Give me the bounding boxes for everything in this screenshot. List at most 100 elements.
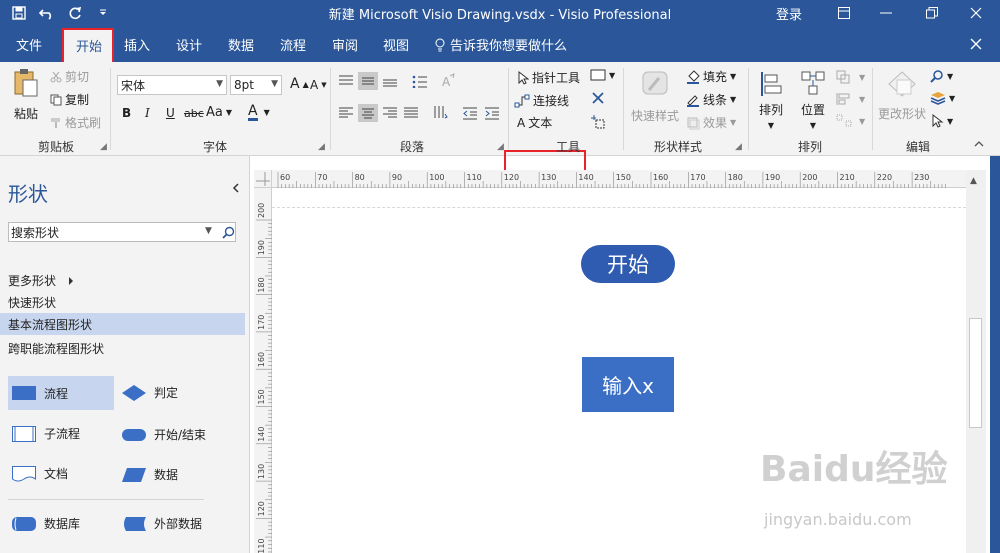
find-button[interactable]: ▼	[930, 69, 953, 83]
line-button[interactable]: 线条 ▼	[686, 91, 736, 108]
bold-button[interactable]: B	[122, 106, 131, 120]
tab-process[interactable]: 流程	[280, 26, 306, 62]
copy-button[interactable]: 复制	[50, 91, 89, 108]
decrease-indent-button[interactable]	[462, 106, 478, 120]
align-right-button[interactable]	[382, 106, 398, 120]
more-shapes-label: 更多形状	[8, 274, 57, 288]
shape-styles-launcher[interactable]: ◢	[735, 142, 742, 152]
group-button[interactable]: ▼	[836, 70, 865, 84]
shape-external-data[interactable]: 外部数据	[122, 515, 202, 532]
shape-process[interactable]: 流程	[8, 376, 114, 410]
cut-button[interactable]: 剪切	[50, 68, 89, 85]
search-shapes-input[interactable]: 搜索形状	[8, 222, 236, 242]
align-center-icon	[362, 108, 374, 119]
align-bottom-button[interactable]	[382, 74, 398, 88]
delete-connector-button[interactable]	[592, 92, 604, 104]
shape-subprocess[interactable]: 子流程	[12, 425, 80, 442]
vertical-text-button[interactable]	[432, 104, 448, 120]
paragraph-launcher[interactable]: ◢	[497, 142, 504, 152]
save-button[interactable]	[8, 3, 30, 23]
shape-document[interactable]: 文档	[12, 465, 68, 482]
increase-indent-button[interactable]	[484, 106, 500, 120]
align-middle-button[interactable]	[358, 72, 378, 90]
start-terminator-shape[interactable]: 开始	[581, 245, 675, 283]
change-shape-button[interactable]: 更改形状	[878, 70, 926, 122]
collapse-ribbon-button[interactable]	[974, 140, 984, 148]
tab-home[interactable]: 开始	[64, 28, 114, 62]
ruler-corner[interactable]	[254, 170, 272, 188]
font-size-select[interactable]: 8pt ▼	[230, 75, 282, 95]
tab-insert[interactable]: 插入	[124, 26, 150, 62]
layers-button[interactable]: ▼	[930, 91, 955, 105]
chevron-down-icon: ▼	[859, 94, 866, 104]
collapse-panel-button[interactable]	[232, 182, 240, 196]
close-icon	[970, 7, 982, 19]
search-dropdown-button[interactable]: ▼	[205, 226, 212, 236]
select-button[interactable]: ▼	[930, 114, 953, 128]
shape-data[interactable]: 数据	[122, 466, 178, 483]
shape-database[interactable]: 数据库	[12, 515, 80, 532]
font-name-select[interactable]: 宋体 ▼	[117, 75, 227, 95]
vertical-text-icon	[434, 106, 448, 119]
stencil-item-quick-shapes[interactable]: 快速形状	[8, 294, 56, 311]
text-tool-button[interactable]: A 文本	[517, 114, 552, 131]
input-process-shape[interactable]: 输入x	[582, 357, 674, 412]
justify-button[interactable]	[403, 106, 419, 120]
pointer-tool-button[interactable]: 指针工具	[517, 69, 580, 86]
stencil-item-cross-functional[interactable]: 跨职能流程图形状	[8, 340, 104, 357]
fill-button[interactable]: 填充 ▼	[686, 68, 736, 85]
align-center-button[interactable]	[358, 104, 378, 122]
quick-styles-button[interactable]: 快速样式	[630, 70, 680, 124]
align-top-button[interactable]	[338, 74, 354, 88]
undo-button[interactable]	[36, 3, 58, 23]
distribute-button[interactable]: ▼	[836, 114, 865, 128]
align-button[interactable]: ▼	[836, 92, 865, 106]
close-window-button[interactable]	[956, 0, 996, 26]
more-shapes-item[interactable]: 更多形状	[8, 272, 74, 289]
rectangle-tool-button[interactable]: ▼	[590, 69, 615, 81]
clipboard-icon	[14, 69, 38, 97]
shape-decision[interactable]: 判定	[122, 384, 178, 401]
tell-me-box[interactable]: 告诉我你想要做什么	[434, 35, 567, 54]
search-button[interactable]	[219, 223, 237, 241]
chevron-down-icon	[100, 9, 106, 15]
shape-start-end[interactable]: 开始/结束	[122, 426, 206, 443]
paste-button[interactable]: 粘贴	[10, 68, 42, 132]
format-painter-button[interactable]: 格式刷	[50, 114, 101, 131]
change-case-button[interactable]: Aa ▼	[206, 105, 232, 120]
ruler-label: 180	[728, 173, 743, 182]
minimize-button[interactable]	[866, 0, 906, 26]
login-link[interactable]: 登录	[776, 4, 802, 23]
bullets-button[interactable]	[412, 74, 428, 88]
clipboard-launcher[interactable]: ◢	[100, 142, 107, 152]
customize-qat-button[interactable]	[92, 3, 114, 23]
strikethrough-button[interactable]: abc	[184, 107, 204, 120]
restore-button[interactable]	[912, 0, 952, 26]
chevron-up-icon	[974, 141, 984, 147]
effects-button[interactable]: 效果 ▼	[686, 114, 736, 131]
align-left-button[interactable]	[338, 106, 354, 120]
close-ribbon-button[interactable]	[966, 34, 986, 54]
chevron-down-icon: ▼	[730, 118, 737, 127]
arrange-button[interactable]: 排列 ▼	[756, 70, 786, 130]
tab-view[interactable]: 视图	[383, 26, 409, 62]
tab-file[interactable]: 文件	[16, 26, 42, 62]
tab-data[interactable]: 数据	[228, 26, 254, 62]
tab-review[interactable]: 审阅	[332, 26, 358, 62]
italic-button[interactable]: I	[145, 106, 150, 120]
font-color-button[interactable]: A ▼	[248, 104, 270, 121]
font-launcher[interactable]: ◢	[318, 142, 325, 152]
vertical-scrollbar-thumb[interactable]	[969, 318, 982, 428]
text-direction-button[interactable]: A	[440, 73, 456, 89]
grow-font-button[interactable]: A ▲	[290, 76, 309, 92]
redo-button[interactable]	[64, 3, 86, 23]
shrink-font-button[interactable]: A ▼	[310, 78, 327, 92]
connection-point-button[interactable]	[590, 114, 606, 130]
ribbon-display-button[interactable]	[824, 0, 864, 26]
connector-tool-button[interactable]: 连接线	[514, 92, 569, 109]
underline-button[interactable]: U	[166, 106, 175, 120]
position-button[interactable]: 位置 ▼	[798, 70, 828, 130]
tab-design[interactable]: 设计	[176, 26, 202, 62]
scroll-up-button[interactable]: ▲	[970, 176, 977, 186]
stencil-item-basic-flowchart[interactable]: 基本流程图形状	[0, 313, 245, 335]
